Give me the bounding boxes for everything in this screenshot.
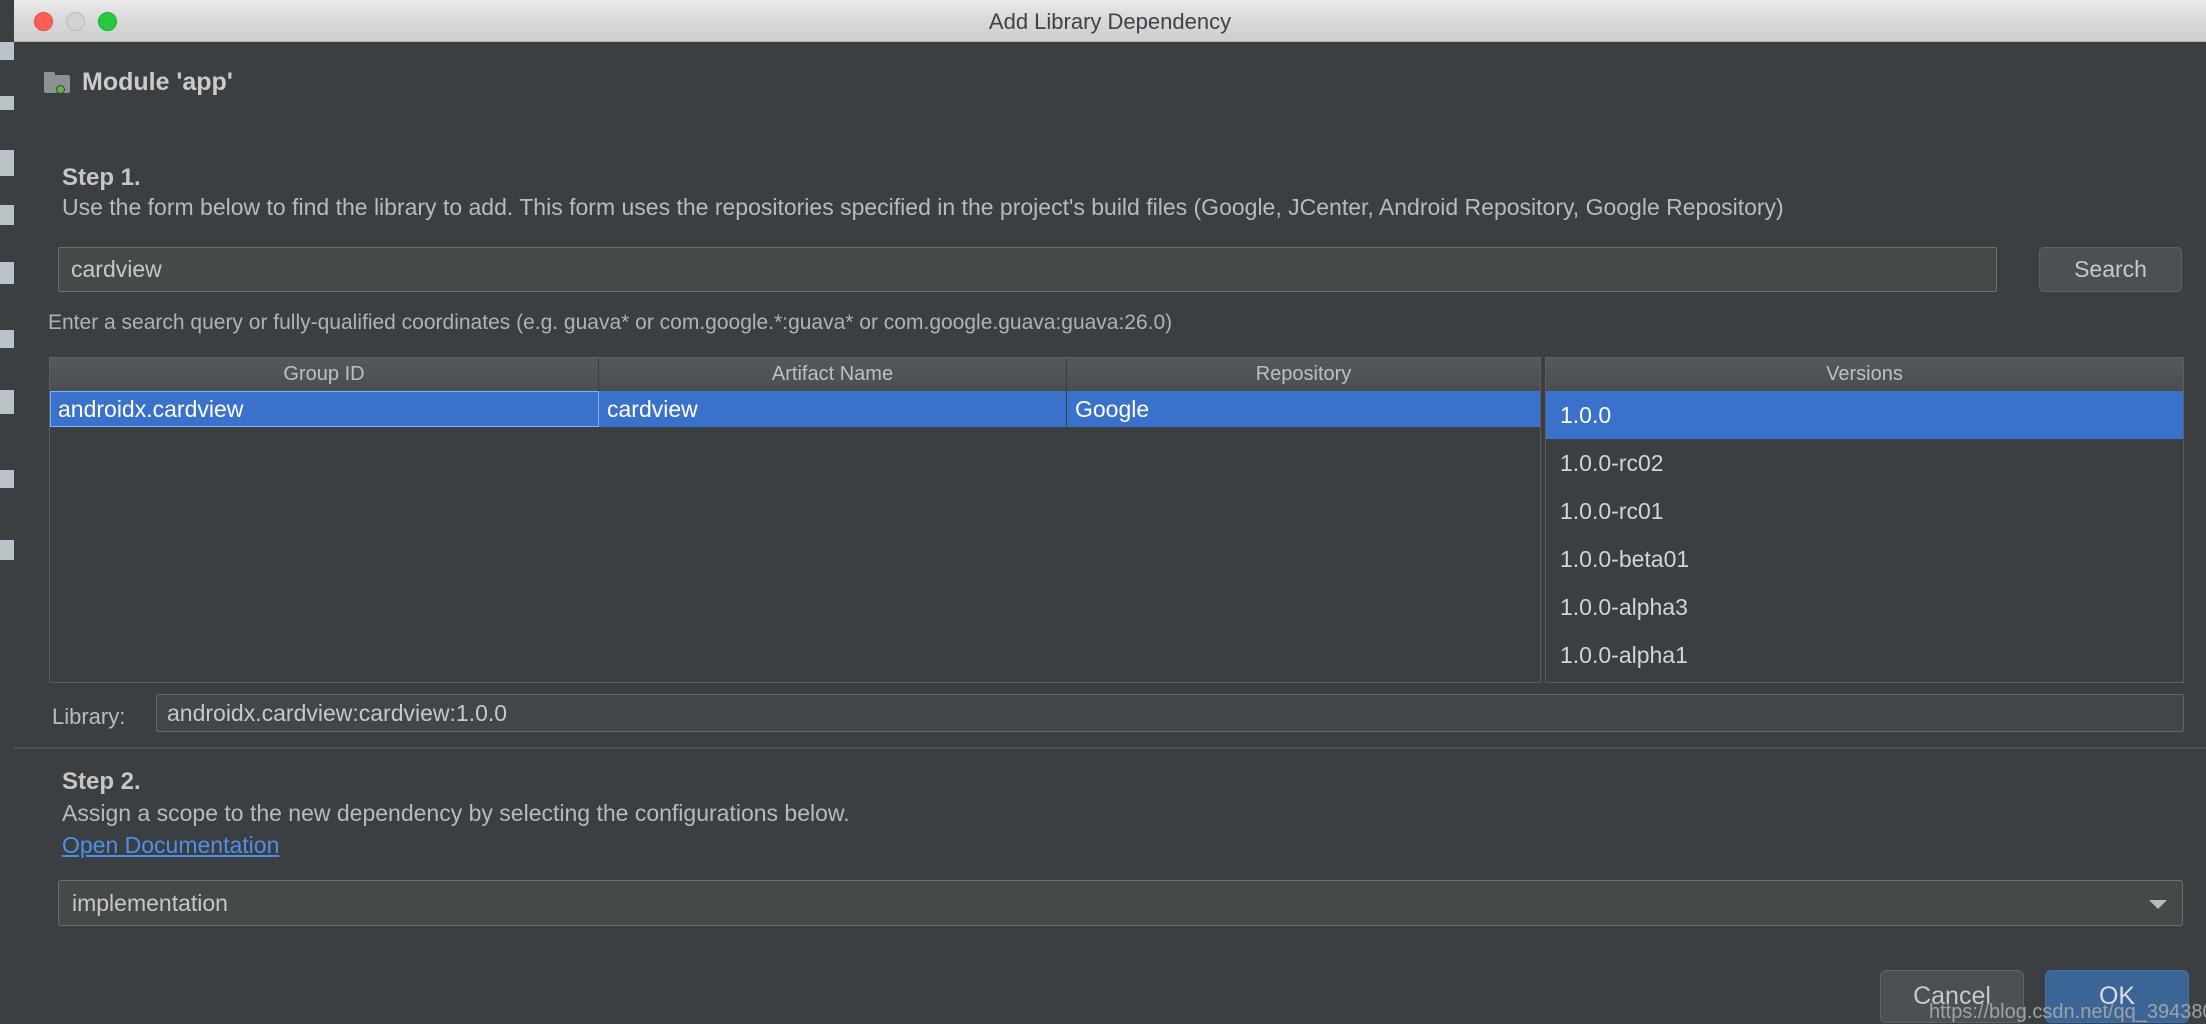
library-coordinates-input[interactable]: [156, 694, 2184, 732]
step2-description: Assign a scope to the new dependency by …: [62, 800, 850, 826]
list-item[interactable]: 1.0.0-beta01: [1546, 535, 2183, 583]
cell-repository: Google: [1075, 395, 1150, 422]
watermark-text: https://blog.csdn.net/qq_39438055: [1929, 1001, 2206, 1023]
list-item[interactable]: 1.0.0: [1546, 391, 2183, 439]
cell-group-id: androidx.cardview: [50, 391, 599, 427]
section-divider: [14, 747, 2206, 749]
list-item[interactable]: 1.0.0-alpha1: [1546, 631, 2183, 679]
table-row[interactable]: androidx.cardview cardview Google: [50, 391, 1540, 427]
scope-select-value: implementation: [72, 890, 228, 916]
column-header-group-id[interactable]: Group ID: [50, 358, 599, 391]
strip-artifact: [0, 42, 14, 60]
chevron-down-icon[interactable]: [2149, 900, 2167, 909]
search-hint-text: Enter a search query or fully-qualified …: [48, 311, 1173, 334]
results-area: Group ID Artifact Name Repository androi…: [49, 357, 2184, 683]
strip-artifact: [0, 96, 14, 110]
strip-artifact: [0, 390, 14, 414]
background-left-strip: [0, 0, 14, 990]
folder-module-icon: [44, 72, 70, 94]
results-table-header: Group ID Artifact Name Repository: [50, 358, 1540, 391]
step1-title: Step 1.: [62, 164, 141, 191]
list-item[interactable]: 1.0.0-rc02: [1546, 439, 2183, 487]
versions-table[interactable]: Versions 1.0.0 1.0.0-rc02 1.0.0-rc01 1.0…: [1545, 357, 2184, 683]
list-item[interactable]: 1.0.0-alpha3: [1546, 583, 2183, 631]
strip-artifact: [0, 150, 14, 176]
dialog-body: Module 'app' Step 1. Use the form below …: [14, 42, 2206, 1023]
strip-artifact: [0, 470, 14, 488]
strip-artifact: [0, 330, 14, 348]
open-documentation-link[interactable]: Open Documentation: [62, 832, 279, 859]
module-name-label: Module 'app': [82, 68, 233, 96]
step1-description: Use the form below to find the library t…: [62, 194, 1784, 220]
step2-title: Step 2.: [62, 768, 141, 795]
column-header-repository[interactable]: Repository: [1067, 358, 1540, 391]
column-header-artifact-name[interactable]: Artifact Name: [599, 358, 1067, 391]
column-header-versions[interactable]: Versions: [1546, 358, 2183, 391]
strip-artifact: [0, 205, 14, 225]
cell-artifact-name: cardview: [599, 391, 1067, 427]
module-header: Module 'app': [44, 68, 233, 97]
strip-artifact: [0, 540, 14, 560]
results-table[interactable]: Group ID Artifact Name Repository androi…: [49, 357, 1541, 683]
list-item[interactable]: 1.0.0-rc01: [1546, 487, 2183, 535]
versions-table-header: Versions: [1546, 358, 2183, 391]
scope-select[interactable]: implementation: [58, 880, 2183, 926]
search-input[interactable]: [58, 247, 1997, 292]
library-label: Library:: [52, 704, 126, 729]
window-title: Add Library Dependency: [988, 9, 1232, 34]
search-button[interactable]: Search: [2039, 247, 2182, 292]
strip-artifact: [0, 262, 14, 284]
window-titlebar: Add Library Dependency: [14, 0, 2206, 42]
